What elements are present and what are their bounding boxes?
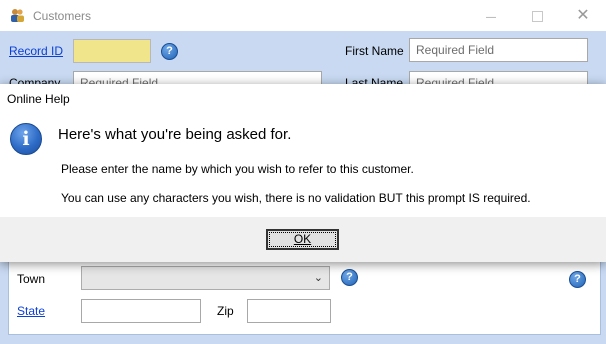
town-help-icon[interactable]: ? bbox=[341, 269, 358, 286]
record-id-field[interactable] bbox=[73, 39, 151, 63]
section-help-icon[interactable]: ? bbox=[569, 271, 586, 288]
ok-button-label: OK bbox=[293, 232, 312, 246]
app-people-icon bbox=[11, 9, 24, 22]
chevron-down-icon: ⌄ bbox=[313, 272, 323, 284]
dialog-title: Online Help bbox=[7, 92, 70, 106]
town-combobox[interactable]: ⌄ bbox=[81, 266, 330, 290]
dialog-message-1: Please enter the name by which you wish … bbox=[61, 162, 414, 176]
help-icon[interactable]: ? bbox=[161, 43, 178, 60]
state-link[interactable]: State bbox=[17, 304, 45, 318]
close-icon: ✕ bbox=[576, 7, 590, 24]
zip-label: Zip bbox=[217, 304, 234, 318]
town-label: Town bbox=[17, 272, 46, 286]
record-id-link[interactable]: Record ID bbox=[9, 44, 63, 58]
maximize-icon bbox=[531, 10, 543, 22]
zip-field[interactable] bbox=[247, 299, 331, 323]
window-title: Customers bbox=[33, 9, 92, 23]
state-field[interactable] bbox=[81, 299, 201, 323]
dialog-message-2: You can use any characters you wish, the… bbox=[61, 191, 531, 205]
dialog-footer: OK bbox=[0, 217, 606, 262]
form-header-area: Record ID ? First Name Required Field Co… bbox=[0, 31, 606, 95]
close-button[interactable]: ✕ bbox=[560, 0, 606, 31]
minimize-button[interactable]: — bbox=[468, 0, 514, 31]
online-help-dialog: Online Help i Here's what you're being a… bbox=[0, 84, 606, 262]
first-name-field[interactable]: Required Field bbox=[409, 38, 588, 62]
minimize-icon: — bbox=[486, 12, 496, 23]
title-bar: Customers — ✕ bbox=[0, 0, 606, 31]
info-icon: i bbox=[10, 123, 42, 155]
maximize-button[interactable] bbox=[514, 0, 560, 31]
first-name-label: First Name bbox=[345, 44, 404, 58]
ok-button[interactable]: OK bbox=[266, 229, 339, 250]
dialog-heading: Here's what you're being asked for. bbox=[58, 126, 292, 143]
